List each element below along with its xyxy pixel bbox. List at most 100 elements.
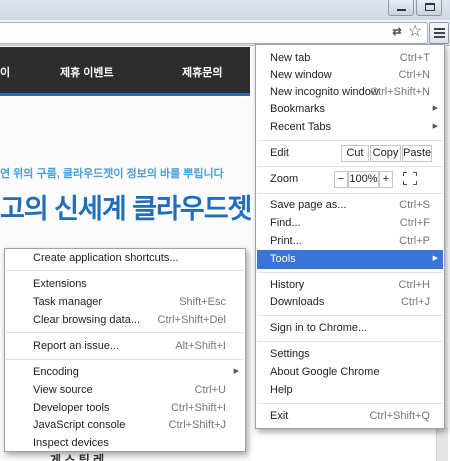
- menu-item-task-manager[interactable]: Task manager Shift+Esc: [6, 293, 244, 311]
- menu-item-label: View source: [33, 384, 93, 396]
- menu-item-label: Help: [270, 384, 293, 396]
- hamburger-icon: [434, 28, 445, 30]
- menu-item-label: History: [270, 279, 305, 291]
- menu-item-extensions[interactable]: Extensions: [6, 275, 244, 293]
- menu-item-shortcut: Ctrl+T: [399, 52, 430, 64]
- menu-item-print[interactable]: Print... Ctrl+P: [257, 232, 443, 250]
- menu-item-report-issue[interactable]: Report an issue... Alt+Shift+I: [6, 337, 244, 355]
- menu-item-label: New tab: [270, 52, 311, 64]
- nav-item[interactable]: 이: [0, 64, 10, 80]
- menu-separator: [257, 166, 443, 167]
- menu-separator: [257, 140, 443, 141]
- menu-item-label: Report an issue...: [33, 340, 120, 352]
- menu-item-label: Downloads: [270, 296, 325, 308]
- menu-item-view-source[interactable]: View source Ctrl+U: [6, 381, 244, 399]
- submenu-arrow-icon: ▶: [432, 123, 438, 130]
- address-bar[interactable]: [0, 22, 428, 44]
- menu-item-shortcut: Ctrl+Shift+J: [168, 419, 226, 431]
- minimize-icon: [397, 9, 406, 11]
- menu-separator: [257, 403, 443, 404]
- tools-submenu: Create application shortcuts... Extensio…: [4, 248, 246, 452]
- menu-item-about[interactable]: About Google Chrome: [257, 363, 443, 381]
- submenu-arrow-icon: ▶: [432, 105, 438, 112]
- menu-item-find[interactable]: Find... Ctrl+F: [257, 214, 443, 232]
- translate-icon[interactable]: ⇄: [388, 23, 406, 41]
- submenu-arrow-icon: ▶: [233, 368, 239, 375]
- menu-item-clear-browsing-data[interactable]: Clear browsing data... Ctrl+Shift+Del: [6, 311, 244, 329]
- menu-item-inspect-devices[interactable]: Inspect devices: [6, 434, 244, 452]
- menu-separator: [6, 332, 244, 333]
- menu-separator: [257, 315, 443, 316]
- menu-item-label: Settings: [270, 348, 310, 360]
- chrome-menu-button[interactable]: [429, 22, 449, 44]
- chrome-main-menu: New tab Ctrl+T New window Ctrl+N New inc…: [255, 44, 445, 429]
- menu-item-shortcut: Ctrl+Shift+N: [370, 86, 430, 98]
- menu-item-sign-in[interactable]: Sign in to Chrome...: [257, 319, 443, 337]
- menu-item-tools[interactable]: Tools ▶: [257, 250, 443, 269]
- menu-item-label: Inspect devices: [33, 437, 109, 449]
- menu-item-help[interactable]: Help: [257, 381, 443, 399]
- hero-headline: 고의 신세계 클라우드젯: [0, 194, 252, 224]
- menu-separator: [6, 359, 244, 360]
- menu-item-label: Sign in to Chrome...: [270, 322, 368, 334]
- menu-separator: [257, 341, 443, 342]
- menu-item-developer-tools[interactable]: Developer tools Ctrl+Shift+I: [6, 399, 244, 417]
- menu-item-settings[interactable]: Settings: [257, 345, 443, 363]
- paste-button[interactable]: Paste: [402, 145, 432, 162]
- menu-item-shortcut: Ctrl+P: [399, 235, 430, 247]
- menu-item-shortcut: Ctrl+Shift+I: [170, 402, 226, 414]
- menu-item-label: JavaScript console: [33, 419, 126, 431]
- menu-item-exit[interactable]: Exit Ctrl+Shift+Q: [257, 407, 443, 425]
- menu-item-new-incognito[interactable]: New incognito window Ctrl+Shift+N: [257, 83, 443, 101]
- hamburger-icon-bar: [434, 32, 445, 34]
- menu-item-label: Tools: [270, 253, 296, 265]
- menu-item-bookmarks[interactable]: Bookmarks ▶: [257, 100, 443, 118]
- menu-item-save-page[interactable]: Save page as... Ctrl+S: [257, 196, 443, 214]
- menu-item-shortcut: Ctrl+Shift+Del: [157, 314, 226, 326]
- menu-item-shortcut: Ctrl+J: [400, 296, 430, 308]
- nav-item-partner-event[interactable]: 제휴 이벤트: [60, 64, 114, 80]
- menu-item-javascript-console[interactable]: JavaScript console Ctrl+Shift+J: [6, 416, 244, 434]
- menu-item-new-tab[interactable]: New tab Ctrl+T: [257, 49, 443, 67]
- menu-separator: [257, 272, 443, 273]
- menu-item-recent-tabs[interactable]: Recent Tabs ▶: [257, 118, 443, 136]
- menu-item-history[interactable]: History Ctrl+H: [257, 276, 443, 294]
- fullscreen-icon[interactable]: [403, 172, 417, 185]
- menu-item-edit: Edit Cut Copy Paste: [257, 144, 443, 162]
- menu-item-new-window[interactable]: New window Ctrl+N: [257, 66, 443, 84]
- menu-item-shortcut: Alt+Shift+I: [175, 340, 226, 352]
- menu-item-label: Edit: [270, 147, 289, 159]
- menu-separator: [6, 270, 244, 271]
- zoom-level: 100%: [348, 171, 379, 188]
- menu-item-create-shortcuts[interactable]: Create application shortcuts...: [6, 249, 244, 267]
- menu-item-downloads[interactable]: Downloads Ctrl+J: [257, 293, 443, 311]
- menu-item-label: Zoom: [270, 173, 299, 185]
- menu-item-label: Bookmarks: [270, 103, 326, 115]
- zoom-in-button[interactable]: +: [379, 171, 393, 188]
- menu-item-label: Clear browsing data...: [33, 314, 140, 326]
- zoom-out-button[interactable]: −: [334, 171, 348, 188]
- menu-item-label: Exit: [270, 410, 289, 422]
- nav-item-partner-inquiry[interactable]: 제휴문의: [182, 64, 222, 80]
- menu-separator: [257, 193, 443, 194]
- cut-button[interactable]: Cut: [341, 145, 369, 162]
- menu-item-label: Recent Tabs: [270, 121, 331, 133]
- maximize-button[interactable]: [416, 0, 442, 16]
- browser-toolbar: ⇄ ☆: [0, 20, 450, 46]
- menu-item-label: Developer tools: [33, 402, 110, 414]
- page-bottom-text: 게 스 팀 레: [50, 453, 105, 461]
- menu-item-label: Task manager: [33, 296, 103, 308]
- menu-item-zoom: Zoom − 100% +: [257, 170, 443, 188]
- menu-item-label: New window: [270, 69, 332, 81]
- submenu-arrow-icon: ▶: [432, 255, 438, 262]
- hero-subline: 연 위의 구름, 클라우드젯이 정보의 바를 뿌립니다: [0, 168, 224, 180]
- menu-item-shortcut: Ctrl+U: [194, 384, 226, 396]
- menu-item-encoding[interactable]: Encoding ▶: [6, 363, 244, 381]
- menu-item-shortcut: Ctrl+Shift+Q: [369, 410, 430, 422]
- menu-item-shortcut: Ctrl+F: [399, 217, 430, 229]
- scrollbar[interactable]: [436, 427, 448, 461]
- copy-button[interactable]: Copy: [370, 145, 401, 162]
- bookmark-star-icon[interactable]: ☆: [406, 23, 424, 41]
- minimize-button[interactable]: [388, 0, 414, 16]
- menu-item-label: Find...: [270, 217, 301, 229]
